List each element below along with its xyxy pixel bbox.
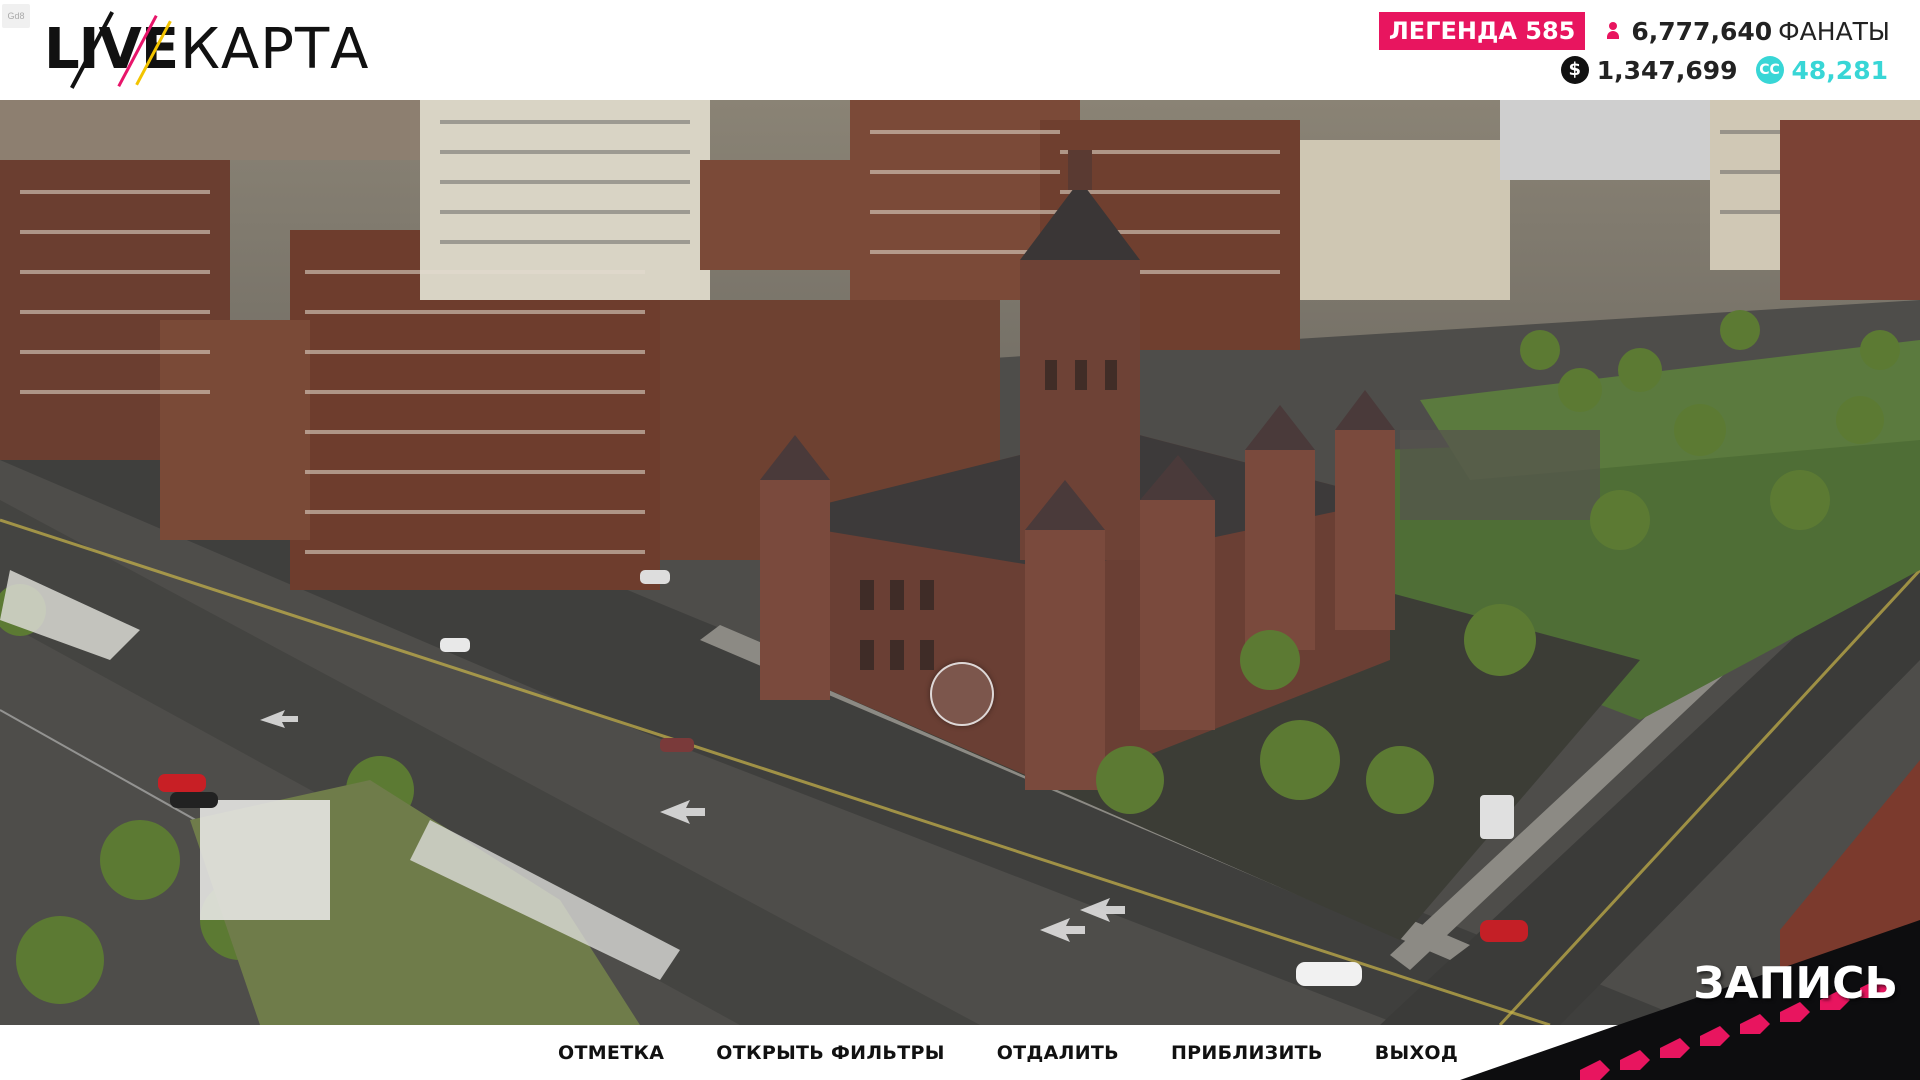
open-filters-action[interactable]: ОТКРЫТЬ ФИЛЬТРЫ <box>716 1042 944 1064</box>
mark-action[interactable]: ОТМЕТКА <box>558 1042 664 1064</box>
city-scene <box>0 100 1920 1025</box>
record-button[interactable]: ЗАПИСЬ <box>1693 958 1898 1009</box>
zoom-out-action[interactable]: ОТДАЛИТЬ <box>997 1042 1119 1064</box>
fans-counter: 6,777,640 ФАНАТЫ <box>1607 17 1890 46</box>
action-list: ОТМЕТКА ОТКРЫТЬ ФИЛЬТРЫ ОТДАЛИТЬ ПРИБЛИЗ… <box>558 1025 1458 1080</box>
money-counter: $ 1,347,699 <box>1560 55 1738 85</box>
live-map-view[interactable] <box>0 100 1920 1025</box>
exit-action[interactable]: ВЫХОД <box>1375 1042 1458 1064</box>
stats-row-bottom: $ 1,347,699 CC 48,281 <box>1560 52 1888 88</box>
top-bar: Gd8 LIVE КАРТА ЛЕГЕНДА 585 6,777,640 ФАН… <box>0 0 1920 100</box>
zoom-in-action[interactable]: ПРИБЛИЗИТЬ <box>1171 1042 1323 1064</box>
cc-coin-icon: CC <box>1755 56 1784 84</box>
bottom-action-bar: ОТМЕТКА ОТКРЫТЬ ФИЛЬТРЫ ОТДАЛИТЬ ПРИБЛИЗ… <box>0 1025 1920 1080</box>
fans-value: 6,777,640 <box>1631 16 1773 46</box>
cc-value: 48,281 <box>1791 55 1888 85</box>
logo-live-text: LIVE <box>44 10 179 89</box>
live-map-logo: LIVE КАРТА <box>44 10 370 89</box>
cc-counter: CC 48,281 <box>1755 55 1888 85</box>
people-icon <box>1607 22 1625 40</box>
stats-row-top: ЛЕГЕНДА 585 6,777,640 ФАНАТЫ <box>1378 12 1890 50</box>
corner-tag: Gd8 <box>2 4 30 28</box>
money-value: 1,347,699 <box>1596 55 1738 85</box>
legend-level-badge: ЛЕГЕНДА 585 <box>1378 12 1586 50</box>
map-cursor-icon[interactable] <box>930 662 994 726</box>
logo-karta-text: КАРТА <box>180 16 370 82</box>
money-coin-icon: $ <box>1560 56 1589 84</box>
fans-label: ФАНАТЫ <box>1778 16 1890 46</box>
